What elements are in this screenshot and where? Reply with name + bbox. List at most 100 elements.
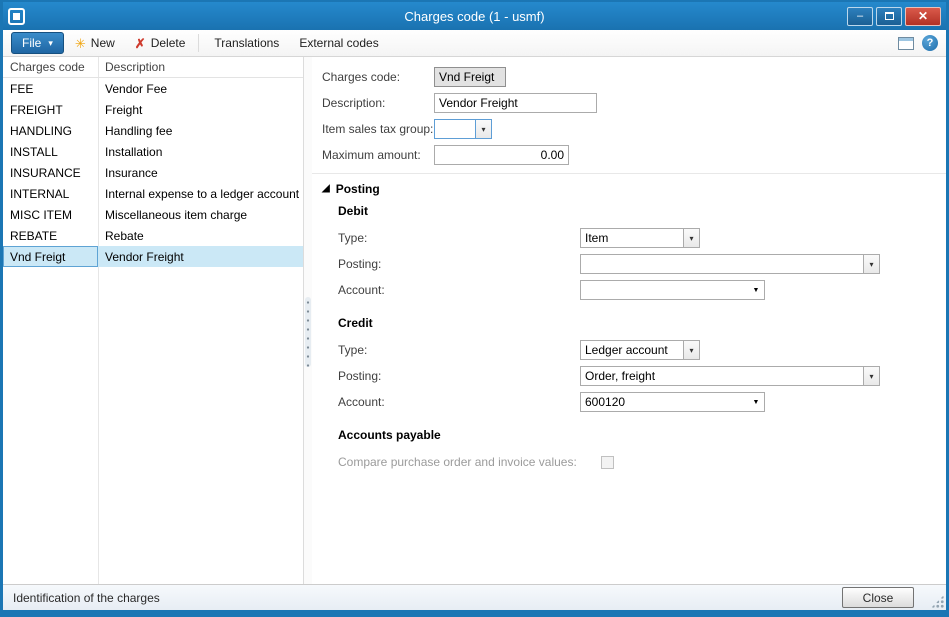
help-icon[interactable]: ? [922,35,938,51]
debit-posting-label: Posting: [338,257,580,271]
cell-charges-code: MISC ITEM [3,204,98,225]
cell-description: Handling fee [98,120,303,141]
toolbar: File ▾ ✳ New ✗ Delete Translations Exter… [3,30,946,57]
maximize-button[interactable] [876,7,902,26]
credit-subsection-title: Credit [338,316,936,330]
table-row[interactable]: HANDLING Handling fee [3,120,303,141]
table-row[interactable]: MISC ITEM Miscellaneous item charge [3,204,303,225]
new-icon: ✳ [75,37,86,50]
credit-posting-value: Order, freight [580,366,863,386]
cell-description: Freight [98,99,303,120]
status-text: Identification of the charges [13,591,160,605]
charges-code-label: Charges code: [322,70,434,84]
cell-charges-code: INSURANCE [3,162,98,183]
debit-subsection-title: Debit [338,204,936,218]
cell-charges-code: Vnd Freigt [3,246,98,267]
table-row[interactable]: FREIGHT Freight [3,99,303,120]
app-icon [8,8,25,25]
maximum-amount-field[interactable]: 0.00 [434,145,569,165]
cell-charges-code: FREIGHT [3,99,98,120]
delete-icon: ✗ [135,37,146,50]
window-title: Charges code (1 - usmf) [3,2,946,30]
credit-type-select[interactable]: Ledger account ▾ [580,340,700,360]
debit-account-label: Account: [338,283,580,297]
new-button[interactable]: ✳ New [66,32,124,54]
posting-section-title: Posting [336,182,380,196]
cell-description: Rebate [98,225,303,246]
chevron-down-icon[interactable]: ▾ [683,340,700,360]
table-row[interactable]: INSURANCE Insurance [3,162,303,183]
lookup-arrow-icon[interactable]: ▼ [748,392,765,412]
lookup-arrow-icon[interactable]: ▼ [748,280,765,300]
panel-splitter[interactable] [304,57,312,584]
item-sales-tax-group-label: Item sales tax group: [322,122,434,136]
accounts-payable-subsection-title: Accounts payable [338,428,936,442]
table-row-selected[interactable]: Vnd Freigt Vendor Freight [3,246,303,267]
debit-account-value [580,280,748,300]
splitter-grip-icon[interactable] [305,297,311,367]
debit-type-select[interactable]: Item ▾ [580,228,700,248]
resize-grip-icon[interactable] [931,595,944,608]
title-bar: Charges code (1 - usmf) – ✕ [3,2,946,30]
debit-posting-value [580,254,863,274]
table-row[interactable]: FEE Vendor Fee [3,78,303,99]
window-layout-icon[interactable] [898,37,914,50]
debit-type-label: Type: [338,231,580,245]
posting-section-header[interactable]: ◢ Posting [322,182,936,196]
cell-charges-code: FEE [3,78,98,99]
app-icon-glyph [13,13,20,20]
delete-button[interactable]: ✗ Delete [126,32,195,54]
chevron-down-icon[interactable]: ▾ [863,366,880,386]
debit-posting-select[interactable]: ▾ [580,254,880,274]
file-menu-button[interactable]: File ▾ [11,32,64,54]
toolbar-right: ? [898,35,938,51]
table-row[interactable]: REBATE Rebate [3,225,303,246]
credit-posting-select[interactable]: Order, freight ▾ [580,366,880,386]
divider [312,173,946,174]
credit-posting-label: Posting: [338,369,580,383]
compare-values-checkbox[interactable] [601,456,614,469]
delete-button-label: Delete [151,36,186,50]
chevron-down-icon[interactable]: ▾ [475,119,492,139]
window-layout-icon-header [899,38,913,41]
cell-charges-code: REBATE [3,225,98,246]
credit-account-lookup[interactable]: 600120 ▼ [580,392,765,412]
cell-charges-code: HANDLING [3,120,98,141]
chevron-down-icon[interactable]: ▾ [863,254,880,274]
description-field[interactable]: Vendor Freight [434,93,597,113]
column-header-charges-code[interactable]: Charges code [3,60,98,74]
chevron-down-icon: ▾ [48,39,53,48]
table-row[interactable]: INTERNAL Internal expense to a ledger ac… [3,183,303,204]
external-codes-button[interactable]: External codes [290,32,387,54]
translations-button-label: Translations [214,36,279,50]
compare-values-label: Compare purchase order and invoice value… [338,455,598,469]
minimize-button[interactable]: – [847,7,873,26]
credit-account-value: 600120 [580,392,748,412]
maximum-amount-label: Maximum amount: [322,148,434,162]
debit-type-value: Item [580,228,683,248]
grid-header: Charges code Description [3,57,303,78]
table-row[interactable]: INSTALL Installation [3,141,303,162]
cell-description: Installation [98,141,303,162]
charges-code-window: Charges code (1 - usmf) – ✕ File ▾ ✳ New… [0,0,949,617]
cell-charges-code: INSTALL [3,141,98,162]
cell-description: Vendor Fee [98,78,303,99]
toolbar-separator [198,34,199,52]
status-bar: Identification of the charges Close [3,584,946,610]
chevron-down-icon[interactable]: ▾ [683,228,700,248]
close-form-button[interactable]: Close [842,587,914,608]
expand-icon: ◢ [322,184,330,194]
cell-description: Insurance [98,162,303,183]
translations-button[interactable]: Translations [205,32,288,54]
debit-account-lookup[interactable]: ▼ [580,280,765,300]
close-button[interactable]: ✕ [905,7,941,26]
item-sales-tax-group-select[interactable]: ▾ [434,119,492,139]
credit-account-label: Account: [338,395,580,409]
column-header-description[interactable]: Description [98,60,303,74]
cell-description: Internal expense to a ledger account [98,183,303,204]
charges-code-field[interactable]: Vnd Freigt [434,67,506,87]
cell-description: Vendor Freight [98,246,303,267]
maximize-icon [885,12,894,20]
window-controls: – ✕ [847,7,941,26]
cell-description: Miscellaneous item charge [98,204,303,225]
